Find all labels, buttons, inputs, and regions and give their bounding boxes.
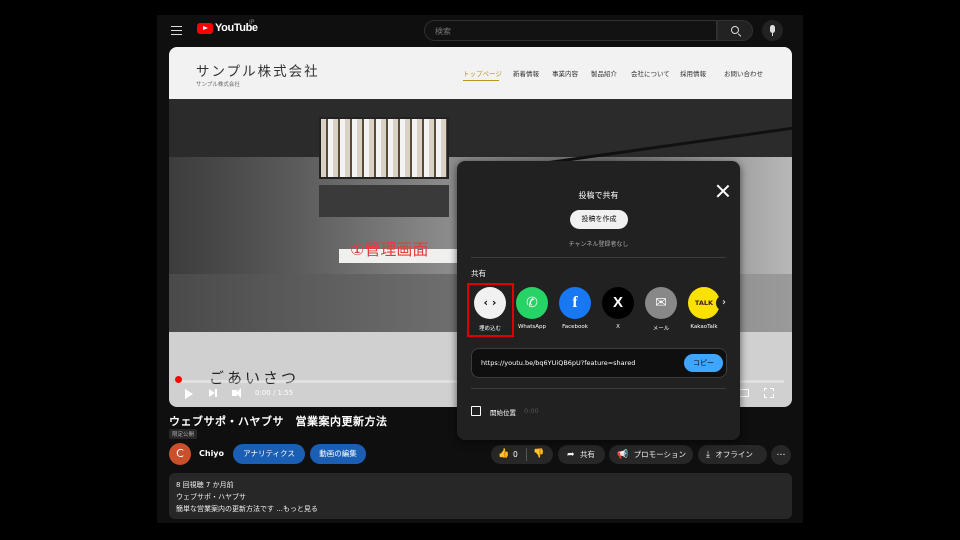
- youtube-logo-icon[interactable]: [197, 23, 213, 34]
- share-option-label: メール: [652, 326, 670, 332]
- share-whatsapp[interactable]: ✆ WhatsApp: [512, 287, 552, 330]
- share-label: 共有: [579, 450, 595, 459]
- more-actions-icon[interactable]: …: [771, 445, 791, 465]
- visibility-badge: 限定公開: [169, 429, 198, 439]
- share-option-label: X: [616, 324, 620, 330]
- description-line-1: ウェブサポ・ハヤブサ: [176, 493, 246, 501]
- search-button[interactable]: [717, 20, 753, 41]
- video-company-sub: サンプル株式会社: [196, 82, 240, 88]
- share-option-label: WhatsApp: [517, 324, 547, 330]
- share-x[interactable]: X X: [598, 287, 638, 330]
- share-email[interactable]: ✉ メール: [641, 287, 681, 332]
- channel-name[interactable]: Chiyo: [199, 449, 224, 458]
- share-url-field[interactable]: https://youtu.be/bq6YUiQB6pU?feature=sha…: [471, 348, 727, 378]
- video-company-name: サンプル株式会社: [196, 64, 320, 80]
- chevron-right-icon[interactable]: ›: [716, 295, 732, 311]
- start-time-input[interactable]: 0:00: [524, 407, 539, 415]
- search-input[interactable]: 検索: [424, 20, 717, 41]
- video-nav-top: トップページ: [463, 70, 502, 78]
- edit-video-button[interactable]: 動画の編集: [310, 444, 366, 464]
- no-subscribers-text: チャンネル登録者なし: [568, 241, 629, 248]
- close-icon[interactable]: [716, 184, 730, 198]
- share-url: https://youtu.be/bq6YUiQB6pU?feature=sha…: [481, 359, 636, 367]
- divider: [471, 257, 726, 258]
- share-facebook[interactable]: f Facebook: [555, 287, 595, 330]
- volume-icon[interactable]: [232, 388, 241, 398]
- share-button[interactable]: ➦ 共有: [558, 445, 605, 464]
- search-icon: [731, 26, 739, 34]
- promotion-label: プロモーション: [633, 450, 686, 459]
- offline-button[interactable]: ⤓ オフライン: [698, 445, 767, 464]
- video-nav-contact: お問い合わせ: [724, 70, 763, 78]
- voice-search-icon[interactable]: [762, 20, 783, 41]
- fullscreen-icon[interactable]: [763, 387, 774, 398]
- video-nav-recruit: 採用情報: [680, 70, 706, 78]
- create-post-button[interactable]: 投稿を作成: [570, 210, 628, 229]
- video-title: ウェブサポ・ハヤブサ 営業案内更新方法: [169, 415, 388, 428]
- embed-highlight-frame: [467, 283, 514, 337]
- x-icon: X: [602, 287, 634, 319]
- megaphone-icon: 📢: [617, 450, 629, 460]
- time-display: 0:00 / 1:55: [255, 389, 294, 397]
- divider: [471, 388, 726, 389]
- next-icon[interactable]: [209, 389, 217, 397]
- share-dialog: 投稿で共有 投稿を作成 チャンネル登録者なし 共有 ‹ › 埋め込む ✆ Wha…: [457, 161, 740, 440]
- video-nav-products: 製品紹介: [591, 70, 617, 78]
- view-stats: 8 回視聴 7 か月前: [176, 481, 234, 489]
- facebook-icon: f: [559, 287, 591, 319]
- progress-scrubber[interactable]: [175, 376, 182, 383]
- description-box[interactable]: 8 回視聴 7 か月前 ウェブサポ・ハヤブサ 簡単な営業案内の更新方法です ..…: [169, 473, 792, 519]
- like-count: 0: [513, 450, 518, 459]
- copy-button[interactable]: コピー: [684, 354, 723, 372]
- analytics-button[interactable]: アナリティクス: [233, 444, 305, 464]
- video-nav-underline: [463, 80, 499, 81]
- share-dialog-title: 投稿で共有: [578, 191, 619, 200]
- whatsapp-icon: ✆: [516, 287, 548, 319]
- menu-icon[interactable]: [171, 26, 182, 36]
- share-option-label: Facebook: [562, 324, 588, 330]
- description-line-2: 簡単な営業案内の更新方法です ...もっと見る: [176, 505, 318, 513]
- offline-label: オフライン: [715, 450, 753, 459]
- like-separator: [526, 448, 527, 461]
- country-code: JP: [249, 19, 255, 26]
- play-icon[interactable]: [185, 389, 193, 399]
- like-icon[interactable]: 👍: [498, 449, 509, 459]
- start-time-checkbox[interactable]: [471, 406, 481, 416]
- channel-avatar[interactable]: C: [169, 443, 191, 465]
- video-site-header: サンプル株式会社 サンプル株式会社 トップページ 新着情報 事業内容 製品紹介 …: [169, 47, 792, 99]
- video-nav-business: 事業内容: [552, 70, 578, 78]
- download-icon: ⤓: [706, 450, 710, 460]
- video-nav-news: 新着情報: [513, 70, 539, 78]
- start-time-label: 開始位置: [490, 409, 516, 417]
- mail-icon: ✉: [645, 287, 677, 319]
- video-greeting: ごあいさつ: [209, 369, 300, 387]
- share-heading: 共有: [471, 269, 486, 278]
- share-option-label: KakaoTalk: [690, 324, 718, 330]
- youtube-window: YouTube JP 検索 サンプル株式会社 サンプル株式会社 トップページ 新…: [157, 15, 803, 523]
- video-overlay-text: ①管理画面: [350, 240, 429, 259]
- video-nav-about: 会社について: [631, 70, 670, 78]
- promotion-button[interactable]: 📢 プロモーション: [609, 445, 693, 464]
- dislike-icon[interactable]: 👎: [533, 449, 544, 459]
- share-icon: ➦: [567, 450, 575, 460]
- top-bar: YouTube JP 検索: [157, 15, 803, 47]
